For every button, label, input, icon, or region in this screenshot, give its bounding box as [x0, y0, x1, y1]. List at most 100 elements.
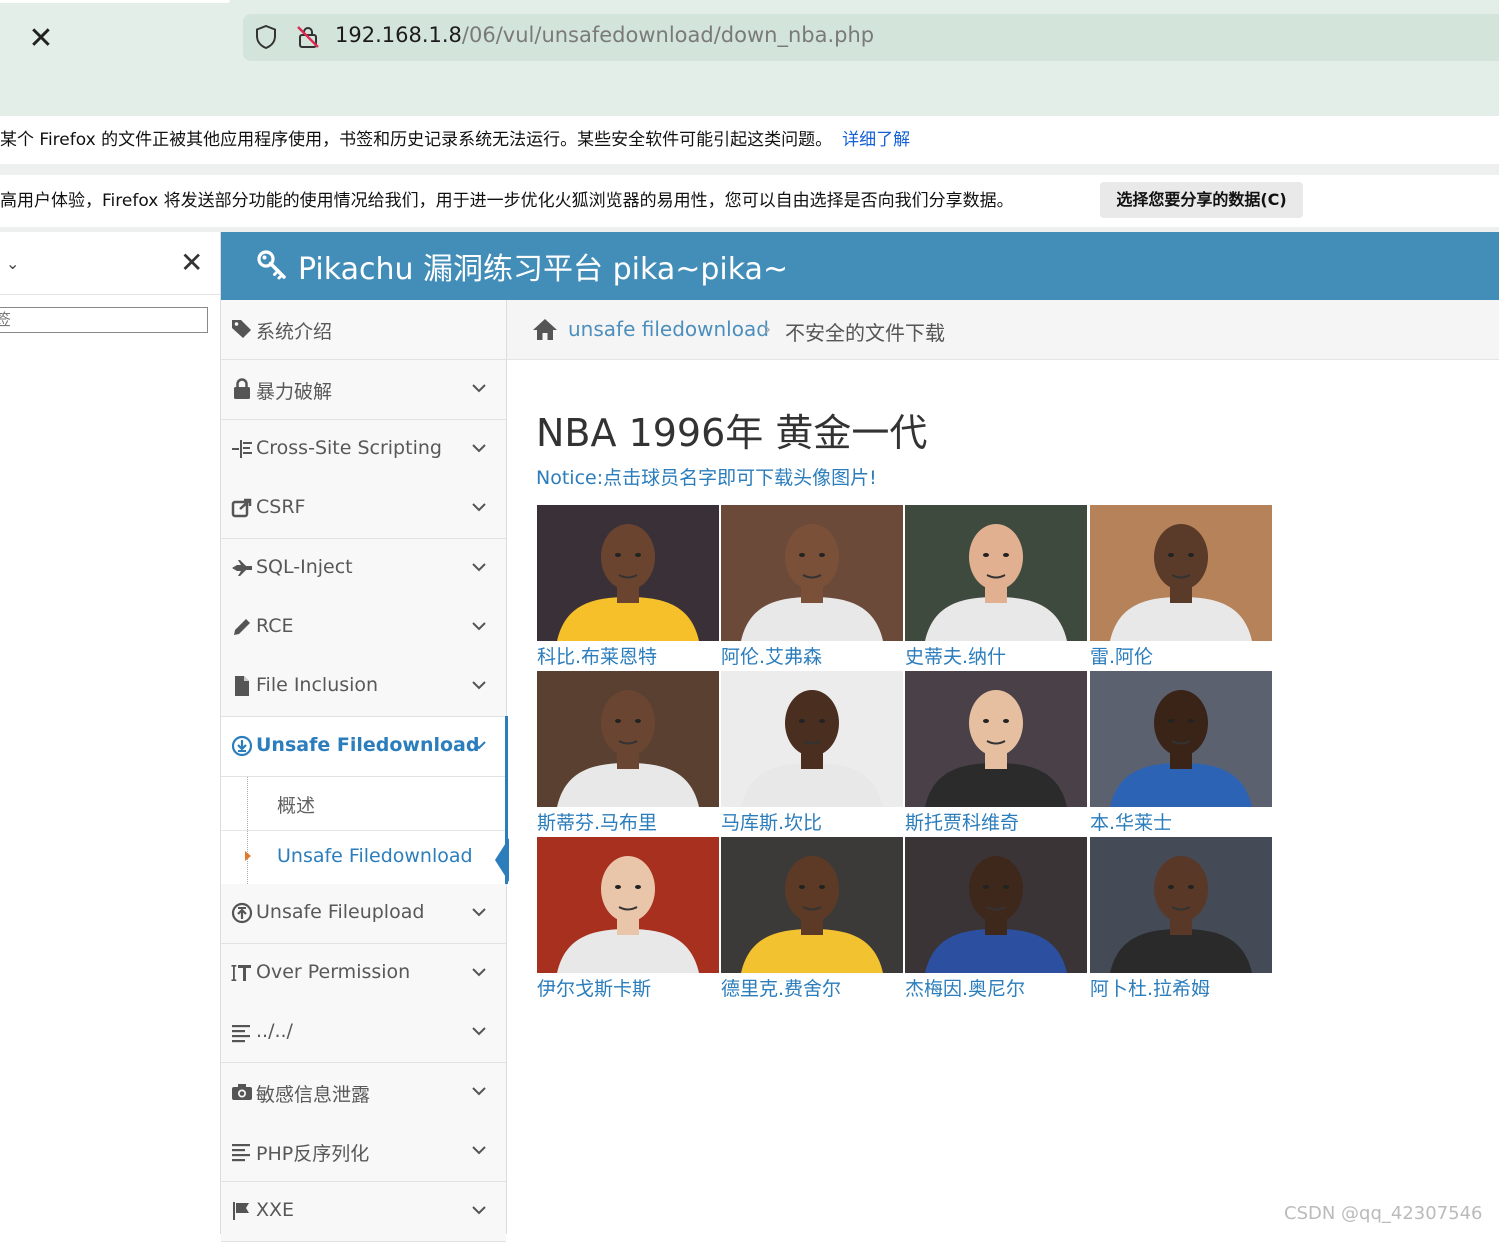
- chevron-right-icon: ›: [764, 319, 772, 340]
- lock-icon: [234, 378, 250, 399]
- url-bar[interactable]: 192.168.1.8/06/vul/unsafedownload/down_n…: [243, 14, 1499, 61]
- camera-icon: [232, 1084, 252, 1100]
- nav-item-php-unserialize[interactable]: PHP反序列化: [221, 1122, 506, 1182]
- player-download-link[interactable]: 杰梅因.奥尼尔: [905, 974, 1025, 1001]
- player-download-link[interactable]: 马库斯.坎比: [721, 808, 822, 835]
- breadcrumb: unsafe filedownload › 不安全的文件下载: [507, 300, 1499, 360]
- chevron-down-icon: [472, 384, 486, 393]
- player-photo: [1090, 505, 1272, 641]
- sub-item-label: Unsafe Filedownload: [277, 845, 473, 867]
- player-photo: [905, 505, 1087, 641]
- sub-item-unsafe-filedownload[interactable]: Unsafe Filedownload: [221, 831, 506, 885]
- tab-strip: [0, 0, 230, 3]
- nav-item-bruteforce[interactable]: 暴力破解: [221, 360, 506, 420]
- chevron-down-icon: [472, 444, 486, 453]
- nav-item-info-leak[interactable]: 敏感信息泄露: [221, 1063, 506, 1123]
- player-card: 斯蒂芬.马布里: [537, 671, 719, 837]
- player-photo: [905, 837, 1087, 973]
- nav-label: 暴力破解: [256, 381, 333, 403]
- nav-item-csrf[interactable]: CSRF: [221, 479, 506, 539]
- share-icon: [231, 498, 252, 518]
- player-photo: [721, 837, 903, 973]
- chevron-down-icon[interactable]: ⌄: [6, 254, 19, 273]
- breadcrumb-link[interactable]: unsafe filedownload: [568, 317, 769, 341]
- nav-item-unsafe-filedownload[interactable]: Unsafe Filedownload: [221, 717, 506, 777]
- player-card: 史蒂夫.纳什: [905, 505, 1087, 671]
- chevron-down-icon: [472, 1087, 486, 1096]
- text-height-icon: [231, 965, 251, 981]
- notice-text: 某个 Firefox 的文件正被其他应用程序使用，书签和历史记录系统无法运行。某…: [0, 130, 833, 150]
- url-host: 192.168.1.8: [335, 23, 462, 47]
- pencil-icon: [234, 619, 250, 635]
- nav-item-xss[interactable]: Cross-Site Scripting: [221, 420, 506, 480]
- bookmark-search-input[interactable]: 签: [0, 307, 208, 333]
- nav-item-sqli[interactable]: SQL-Inject: [221, 539, 506, 599]
- close-icon[interactable]: ✕: [26, 24, 56, 54]
- insecure-lock-icon[interactable]: [296, 25, 320, 49]
- nav-label: PHP反序列化: [256, 1143, 370, 1165]
- nav-item-intro[interactable]: 系统介绍: [221, 300, 506, 360]
- player-download-link[interactable]: 伊尔戈斯卡斯: [537, 974, 651, 1001]
- player-download-link[interactable]: 雷.阿伦: [1090, 642, 1153, 669]
- file-icon: [235, 676, 249, 696]
- player-download-link[interactable]: 德里克.费舍尔: [721, 974, 841, 1001]
- nav-label: Unsafe Filedownload: [256, 734, 480, 756]
- nav-label: File Inclusion: [256, 674, 379, 696]
- tags-icon: [232, 320, 251, 338]
- player-download-link[interactable]: 阿卜杜.拉希姆: [1090, 974, 1210, 1001]
- tree-line: [247, 777, 249, 884]
- active-indicator: [505, 716, 508, 884]
- player-card: 德里克.费舍尔: [721, 837, 903, 1003]
- chevron-down-icon: [472, 1206, 486, 1215]
- player-card: 阿伦.艾弗森: [721, 505, 903, 671]
- nav-label: CSRF: [256, 496, 306, 518]
- upload-icon: [231, 902, 253, 924]
- url-path: /06/vul/unsafedownload/down_nba.php: [461, 23, 875, 47]
- chevron-down-icon: [472, 1027, 486, 1036]
- app-header: Pikachu 漏洞练习平台 pika~pika~: [221, 232, 1499, 300]
- nav-item-unsafe-fileupload[interactable]: Unsafe Fileupload: [221, 884, 506, 944]
- fighter-jet-icon: [232, 560, 252, 576]
- player-card: 科比.布莱恩特: [537, 505, 719, 671]
- url-text[interactable]: 192.168.1.8/06/vul/unsafedownload/down_n…: [335, 23, 874, 47]
- player-card: 雷.阿伦: [1090, 505, 1272, 671]
- player-download-link[interactable]: 斯蒂芬.马布里: [537, 808, 657, 835]
- page-notice: Notice:点击球员名字即可下载头像图片!: [536, 467, 877, 489]
- player-download-link[interactable]: 本.华莱士: [1090, 808, 1172, 835]
- learn-more-link[interactable]: 详细了解: [842, 130, 910, 150]
- player-photo: [721, 671, 903, 807]
- nav-label: Unsafe Fileupload: [256, 901, 425, 923]
- caret-right-icon: [245, 851, 251, 861]
- browser-toolbar: ✕ 192.168.1.8/06/vul/unsafedownload/down…: [0, 0, 1499, 116]
- nav-label: RCE: [256, 615, 294, 637]
- chevron-down-icon: [472, 741, 486, 750]
- player-photo: [1090, 837, 1272, 973]
- flag-icon: [233, 1202, 249, 1220]
- sub-item-overview[interactable]: 概述: [221, 777, 506, 831]
- close-icon[interactable]: ✕: [180, 246, 203, 279]
- nav-sidebar: 系统介绍 暴力破解 Cross-Site Scripting CSRF SQL-…: [221, 300, 509, 1242]
- nav-item-file-inclusion[interactable]: File Inclusion: [221, 657, 506, 717]
- shield-icon[interactable]: [255, 25, 277, 49]
- nav-item-over-permission[interactable]: Over Permission: [221, 944, 506, 1004]
- nav-label: Over Permission: [256, 961, 411, 983]
- nav-item-dir-traversal[interactable]: ../../: [221, 1003, 506, 1063]
- align-left-icon: [232, 1025, 250, 1043]
- chevron-down-icon: [472, 503, 486, 512]
- share-data-button[interactable]: 选择您要分享的数据(C): [1100, 182, 1303, 218]
- nav-item-rce[interactable]: RCE: [221, 598, 506, 658]
- nav-label: XXE: [256, 1199, 295, 1221]
- nav-item-xxe[interactable]: XXE: [221, 1182, 506, 1242]
- player-download-link[interactable]: 斯托贾科维奇: [905, 808, 1019, 835]
- player-card: 杰梅因.奥尼尔: [905, 837, 1087, 1003]
- player-card: 斯托贾科维奇: [905, 671, 1087, 837]
- player-download-link[interactable]: 史蒂夫.纳什: [905, 642, 1006, 669]
- player-photo: [721, 505, 903, 641]
- player-photo: [537, 505, 719, 641]
- indent-icon: [232, 440, 252, 458]
- player-photo: [537, 837, 719, 973]
- breadcrumb-current: 不安全的文件下载: [785, 321, 945, 345]
- player-download-link[interactable]: 阿伦.艾弗森: [721, 642, 822, 669]
- nav-label: 敏感信息泄露: [256, 1084, 371, 1106]
- player-download-link[interactable]: 科比.布莱恩特: [537, 642, 657, 669]
